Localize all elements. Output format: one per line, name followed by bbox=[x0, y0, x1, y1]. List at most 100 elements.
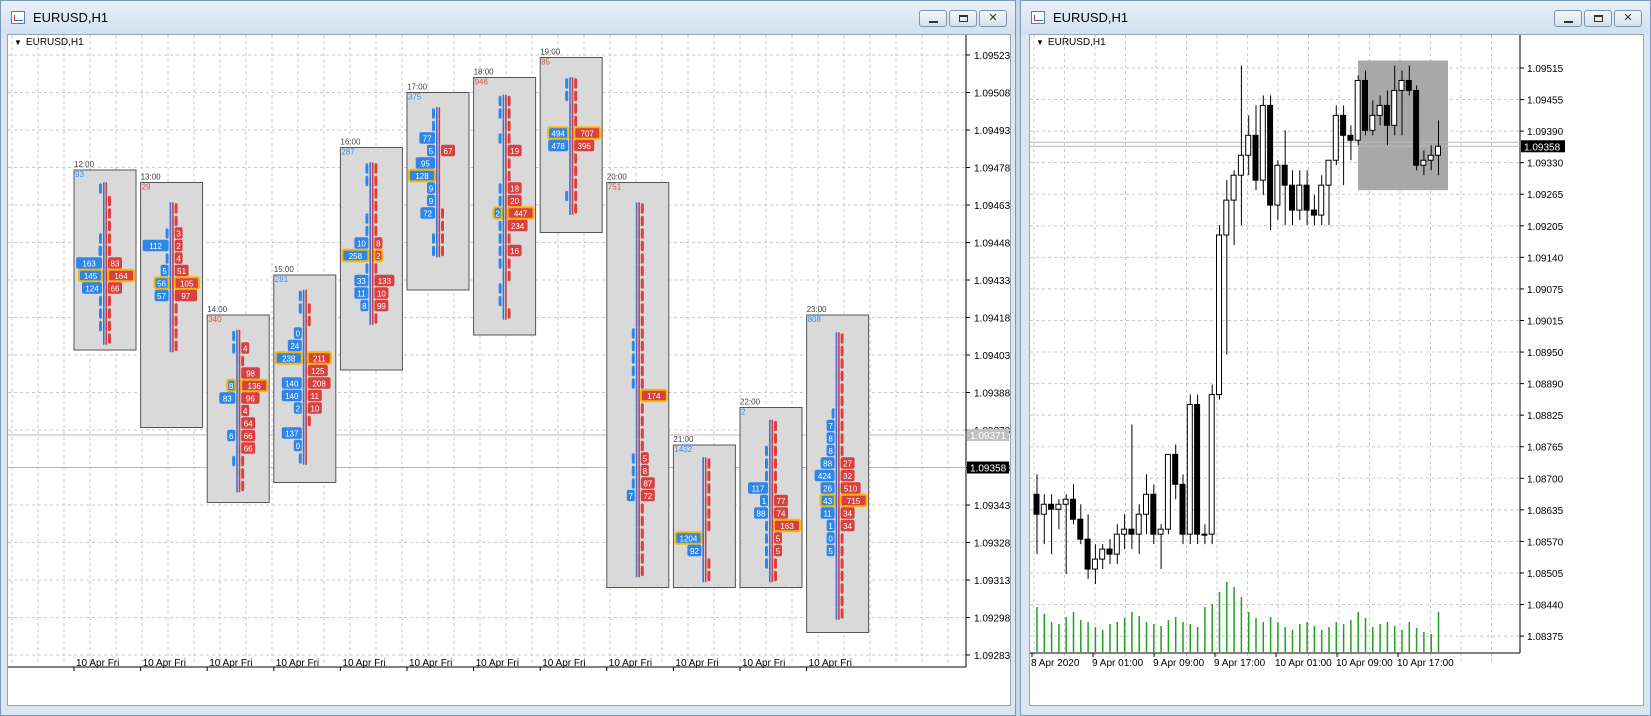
ask-volume-bar bbox=[774, 420, 777, 432]
candle-stripe-bid bbox=[569, 77, 571, 90]
candle-body bbox=[1216, 234, 1222, 396]
left-chart-area[interactable]: EURUSD,H1 1.095231.095081.094931.094781.… bbox=[7, 34, 1011, 706]
ask-volume-bar bbox=[640, 290, 644, 302]
candle-stripe-ask bbox=[438, 232, 441, 245]
candle-stripe-bid bbox=[635, 227, 638, 240]
ask-volume-label: 211 bbox=[313, 354, 326, 363]
bid-volume-bar bbox=[565, 190, 569, 202]
footprint-time-label: 13:00 bbox=[141, 173, 162, 182]
minimize-button[interactable] bbox=[919, 10, 947, 27]
price-axis-label: 1.09478 bbox=[974, 164, 1010, 175]
bid-volume-bar bbox=[631, 478, 635, 489]
candle-stripe-ask bbox=[172, 227, 174, 240]
candle-stripe-bid bbox=[369, 312, 371, 325]
candle-stripe-bid bbox=[502, 169, 505, 183]
candle-stripe-bid bbox=[236, 429, 238, 443]
candle-stripe-bid bbox=[635, 427, 638, 440]
right-chart-area[interactable]: EURUSD,H1 1.095151.094551.093901.093301.… bbox=[1029, 34, 1644, 706]
footprint-box bbox=[140, 182, 204, 428]
candle-body bbox=[1113, 533, 1120, 555]
left-title-bar[interactable]: EURUSD,H1 ✕ bbox=[1, 1, 1015, 34]
candle-stripe-ask bbox=[505, 157, 507, 170]
maximize-button[interactable] bbox=[1584, 10, 1612, 27]
candle-stripe-bid bbox=[436, 244, 438, 258]
candle-stripe-ask bbox=[438, 194, 441, 208]
right-title-bar[interactable]: EURUSD,H1 ✕ bbox=[1021, 1, 1650, 34]
candle-stripe-ask bbox=[438, 182, 441, 195]
candle-body bbox=[1281, 164, 1288, 186]
candle-stripe-ask bbox=[638, 239, 640, 253]
candle-stripe-ask bbox=[638, 264, 640, 278]
bid-volume-label: 0 bbox=[296, 329, 301, 338]
candlestick-chart[interactable]: 1.09515 1.09455 1.09390 1.09330 1.09265 1.092… bbox=[1030, 35, 1643, 705]
ask-volume-label: 164 bbox=[114, 272, 128, 281]
candle-stripe-bid bbox=[569, 152, 571, 165]
bid-volume-bar bbox=[98, 245, 102, 257]
bid-volume-label: 0 bbox=[828, 534, 833, 543]
candle-stripe-bid bbox=[103, 282, 105, 295]
candle-stripe-bid bbox=[835, 494, 838, 508]
candle-stripe-ask bbox=[838, 407, 840, 420]
ask-volume-bar bbox=[108, 295, 111, 307]
candle-stripe-ask bbox=[771, 419, 774, 433]
candle-stripe-bid bbox=[702, 557, 704, 570]
candle-stripe-bid bbox=[436, 207, 438, 220]
candle-stripe-bid bbox=[169, 264, 172, 278]
ask-volume-bar bbox=[374, 213, 378, 224]
ask-volume-bar bbox=[707, 495, 711, 507]
candle-stripe-bid bbox=[635, 514, 638, 528]
price-axis-label: 1.09448 bbox=[974, 239, 1010, 250]
ask-volume-bar bbox=[707, 520, 711, 532]
bid-volume-label: 140 bbox=[285, 392, 299, 401]
ask-volume-label: 10 bbox=[310, 404, 319, 413]
ask-volume-bar bbox=[640, 240, 644, 252]
candle-stripe-ask bbox=[638, 227, 640, 240]
ask-volume-label: 99 bbox=[377, 302, 386, 311]
candle-stripe-ask bbox=[704, 544, 707, 558]
ask-volume-label: 2 bbox=[176, 242, 181, 251]
bid-volume-label: 1204 bbox=[680, 534, 698, 543]
candle-stripe-bid bbox=[502, 282, 505, 295]
ask-volume-bar bbox=[840, 420, 844, 432]
footprint-time-label: 20:00 bbox=[607, 173, 628, 182]
ask-volume-bar bbox=[774, 433, 777, 444]
candle-body bbox=[1435, 145, 1441, 156]
bid-volume-bar bbox=[99, 308, 102, 319]
bid-volume-bar bbox=[498, 95, 502, 107]
bid-volume-label: 11 bbox=[357, 289, 366, 298]
candle-stripe-bid bbox=[769, 469, 771, 483]
footprint-delta-label: 287 bbox=[341, 148, 355, 157]
close-button[interactable]: ✕ bbox=[979, 10, 1007, 27]
bid-volume-label: 9 bbox=[429, 184, 434, 193]
candle-stripe-bid bbox=[635, 202, 638, 215]
candle-stripe-ask bbox=[505, 232, 507, 245]
minimize-button[interactable] bbox=[1554, 10, 1582, 27]
footprint-chart[interactable]: 1.09523 1.09508 1.09493 1.09478 1.09463 1.094… bbox=[8, 35, 1010, 705]
candle-stripe-bid bbox=[502, 207, 505, 220]
ask-volume-bar bbox=[774, 483, 777, 494]
candle-stripe-bid bbox=[103, 294, 105, 308]
bid-volume-bar bbox=[432, 245, 435, 257]
candle-stripe-ask bbox=[771, 557, 774, 570]
candle-stripe-bid bbox=[436, 157, 438, 170]
candle-stripe-bid bbox=[236, 417, 238, 430]
candle-stripe-bid bbox=[635, 402, 638, 415]
candle-stripe-bid bbox=[835, 507, 838, 520]
footprint-time-label: 17:00 bbox=[407, 83, 428, 92]
candle-body bbox=[1040, 503, 1047, 515]
close-button[interactable]: ✕ bbox=[1614, 10, 1642, 27]
candle-stripe-bid bbox=[635, 289, 638, 303]
candle-stripe-ask bbox=[505, 144, 507, 158]
price-axis-label: 1.08635 bbox=[1527, 506, 1564, 517]
bid-volume-bar bbox=[631, 328, 635, 339]
candle-stripe-bid bbox=[835, 457, 838, 470]
candle-stripe-ask bbox=[838, 432, 840, 445]
candle-body bbox=[1084, 538, 1091, 570]
candle-body bbox=[1164, 453, 1171, 530]
candle-stripe-ask bbox=[838, 507, 840, 520]
candle-stripe-ask bbox=[638, 502, 640, 515]
price-axis-label: 1.09140 bbox=[1527, 253, 1564, 264]
ask-volume-bar bbox=[374, 200, 378, 212]
candle-stripe-bid bbox=[835, 519, 838, 533]
maximize-button[interactable] bbox=[949, 10, 977, 27]
